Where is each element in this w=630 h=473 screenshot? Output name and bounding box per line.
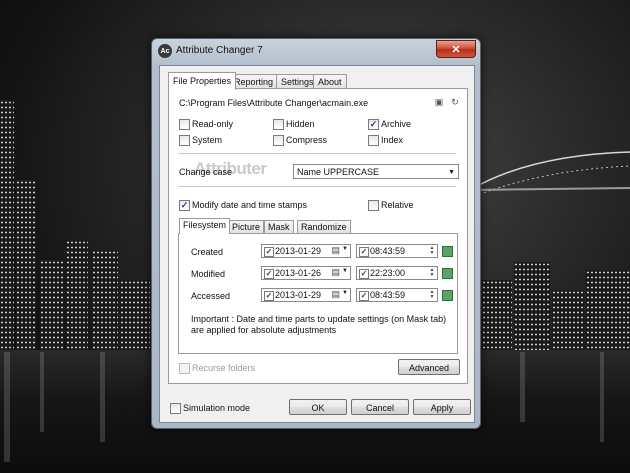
system-checkbox[interactable] (179, 135, 190, 146)
skyscraper (92, 250, 118, 350)
compress-checkbox[interactable] (273, 135, 284, 146)
light-reflection (600, 352, 604, 442)
dialog-client-area: File Properties Reporting Settings About… (159, 65, 475, 423)
readonly-label: Read-only (192, 119, 234, 129)
accessed-date-checkbox[interactable]: ✓ (264, 291, 274, 301)
modified-date-picker[interactable]: ✓ 2013-01-26 ▤ ▼ (261, 266, 351, 280)
accessed-time-value: 08:43:59 (370, 290, 406, 300)
chevron-down-icon[interactable]: ▼ (342, 290, 348, 296)
accessed-time-checkbox[interactable]: ✓ (359, 291, 369, 301)
change-case-select[interactable]: Name UPPERCASE ▼ (293, 164, 459, 179)
chevron-down-icon[interactable]: ▼ (342, 268, 348, 274)
refresh-icon[interactable]: ↻ (449, 96, 461, 108)
calendar-icon[interactable]: ▤ (331, 245, 340, 256)
file-properties-page: Attributer C:\Program Files\Attribute Ch… (168, 88, 468, 384)
light-reflection (100, 352, 105, 442)
modified-time-picker[interactable]: ✓ 22:23:00 ▲ ▼ (356, 266, 438, 280)
readonly-checkbox[interactable] (179, 119, 190, 130)
skyscraper (482, 280, 512, 350)
accessed-time-picker[interactable]: ✓ 08:43:59 ▲ ▼ (356, 288, 438, 302)
grid-icon[interactable] (442, 290, 453, 301)
modified-date-value: 2013-01-26 (275, 268, 322, 278)
close-button[interactable]: ✕ (436, 40, 476, 58)
compress-label: Compress (286, 135, 328, 145)
relative-checkbox[interactable] (368, 200, 379, 211)
tab-randomize[interactable]: Randomize (297, 220, 351, 234)
created-date-picker[interactable]: ✓ 2013-01-29 ▤ ▼ (261, 244, 351, 258)
change-case-label: Change case (179, 167, 233, 177)
calendar-icon[interactable]: ▤ (331, 289, 340, 300)
tab-about[interactable]: About (313, 74, 347, 89)
change-case-value: Name UPPERCASE (297, 167, 380, 177)
skyscraper (40, 260, 64, 350)
spin-icon[interactable]: ▲ ▼ (428, 290, 436, 300)
tab-reporting[interactable]: Reporting (229, 74, 279, 89)
relative-label: Relative (381, 200, 414, 210)
divider (178, 186, 456, 187)
created-time-checkbox[interactable]: ✓ (359, 247, 369, 257)
accessed-label: Accessed (191, 291, 231, 301)
apply-button[interactable]: Apply (413, 399, 471, 415)
modify-dates-label: Modify date and time stamps (192, 200, 308, 210)
accessed-date-picker[interactable]: ✓ 2013-01-29 ▤ ▼ (261, 288, 351, 302)
hidden-checkbox[interactable] (273, 119, 284, 130)
archive-checkbox[interactable]: ✓ (368, 119, 379, 130)
skyscraper (552, 290, 584, 350)
light-reflection (40, 352, 44, 432)
bridge (470, 151, 630, 199)
created-date-checkbox[interactable]: ✓ (264, 247, 274, 257)
system-label: System (192, 135, 223, 145)
recurse-folders-label: Recurse folders (192, 363, 256, 373)
created-date-value: 2013-01-29 (275, 246, 322, 256)
modified-date-checkbox[interactable]: ✓ (264, 269, 274, 279)
tab-filesystem[interactable]: Filesystem (179, 218, 231, 234)
skyscraper (586, 270, 630, 350)
advanced-button[interactable]: Advanced (398, 359, 460, 375)
index-label: Index (381, 135, 404, 145)
index-checkbox[interactable] (368, 135, 379, 146)
created-time-picker[interactable]: ✓ 08:43:59 ▲ ▼ (356, 244, 438, 258)
modify-dates-checkbox[interactable]: ✓ (179, 200, 190, 211)
simulation-mode-label: Simulation mode (183, 403, 251, 413)
spin-icon[interactable]: ▲ ▼ (428, 246, 436, 256)
app-icon: Ac (158, 44, 172, 58)
title-bar[interactable]: Ac Attribute Changer 7 ✕ (152, 39, 480, 65)
tab-picture[interactable]: Picture (228, 220, 265, 234)
created-time-value: 08:43:59 (370, 246, 406, 256)
tab-file-properties[interactable]: File Properties (168, 72, 237, 90)
simulation-mode-checkbox[interactable] (170, 403, 181, 414)
skyscraper (514, 262, 550, 350)
archive-label: Archive (381, 119, 412, 129)
tab-mask[interactable]: Mask (264, 220, 294, 234)
modified-time-value: 22:23:00 (370, 268, 406, 278)
skyscraper (0, 100, 14, 350)
recurse-folders-checkbox[interactable] (179, 363, 190, 374)
spin-icon[interactable]: ▲ ▼ (428, 268, 436, 278)
hidden-label: Hidden (286, 119, 315, 129)
accessed-date-value: 2013-01-29 (275, 290, 322, 300)
light-reflection (520, 352, 525, 422)
important-note: Important : Date and time parts to updat… (191, 314, 447, 335)
window-title: Attribute Changer 7 (176, 45, 263, 56)
file-path: C:\Program Files\Attribute Changer\acmai… (179, 98, 369, 108)
grid-icon[interactable] (442, 268, 453, 279)
modified-label: Modified (191, 269, 226, 279)
chevron-down-icon: ▼ (448, 169, 455, 176)
calendar-icon[interactable]: ▤ (331, 267, 340, 278)
filesystem-page: Created ✓ 2013-01-29 ▤ ▼ ✓ 08:43:59 ▲ ▼ M… (178, 233, 458, 354)
copy-icon[interactable]: ▣ (433, 96, 445, 108)
skyscraper (16, 180, 36, 350)
ok-button[interactable]: OK (289, 399, 347, 415)
cancel-button[interactable]: Cancel (351, 399, 409, 415)
grid-icon[interactable] (442, 246, 453, 257)
attribute-changer-dialog: Ac Attribute Changer 7 ✕ File Properties… (151, 38, 481, 429)
skyscraper (66, 240, 88, 350)
skyscraper (120, 280, 150, 350)
modified-time-checkbox[interactable]: ✓ (359, 269, 369, 279)
divider (178, 153, 456, 154)
created-label: Created (191, 247, 224, 257)
light-reflection (4, 352, 10, 462)
chevron-down-icon[interactable]: ▼ (342, 246, 348, 252)
